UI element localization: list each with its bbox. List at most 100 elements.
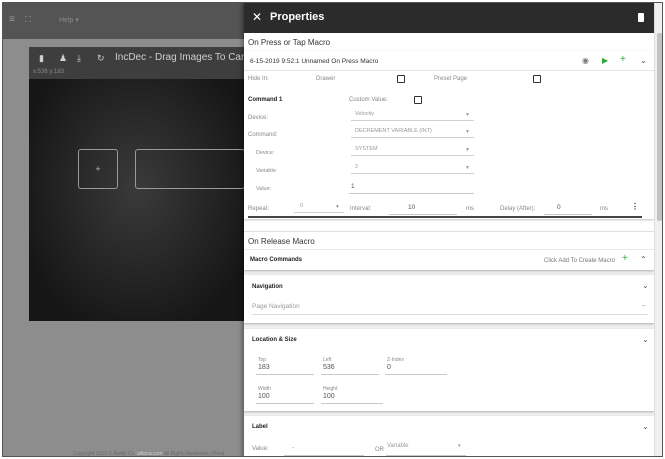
label-value-input[interactable]: - bbox=[292, 445, 294, 451]
variable-select[interactable]: 2 ▼ bbox=[351, 163, 474, 174]
add-macro-icon[interactable]: + bbox=[622, 253, 628, 264]
command-label: Command: bbox=[248, 132, 278, 138]
chevron-down-icon[interactable]: ⌄ bbox=[642, 281, 649, 290]
app-window: ≡ ⛶ Help ▾ ▮ ♟ ⤓ ↻ IncDec - Drag Images … bbox=[2, 2, 663, 457]
delay-input[interactable]: 0 bbox=[557, 204, 561, 211]
canvas-widget-plus[interactable]: + bbox=[78, 149, 118, 189]
copyright-link[interactable]: ailtona.com bbox=[137, 451, 163, 456]
drawer-checkbox[interactable] bbox=[397, 75, 405, 83]
variable-underline bbox=[386, 455, 466, 456]
close-icon[interactable]: ✕ bbox=[252, 10, 262, 24]
value-underline bbox=[349, 193, 474, 194]
sub-device-select-value: SYSTEM bbox=[355, 146, 378, 152]
download-icon[interactable]: ⤓ bbox=[77, 53, 81, 64]
trash-icon[interactable] bbox=[638, 13, 644, 22]
left-label: Left bbox=[323, 357, 332, 363]
or-label: OR bbox=[375, 447, 384, 453]
preset-page-checkbox[interactable] bbox=[533, 75, 541, 83]
copyright: Copyright 2019 © Ability Co. ailtona.com… bbox=[73, 451, 225, 457]
macro-commands-label: Macro Commands bbox=[250, 257, 303, 263]
variable-select-value: 2 bbox=[355, 164, 359, 170]
copyright-suffix: All Rights Reserved. | Priva bbox=[163, 451, 225, 457]
fullscreen-icon[interactable]: ⛶ bbox=[25, 15, 31, 25]
click-add-label: Click Add To Create Macro bbox=[544, 258, 615, 264]
command-1-label: Command 1 bbox=[248, 97, 283, 103]
device-select[interactable]: Velocity ▼ bbox=[351, 110, 474, 121]
page-navigation-select[interactable]: Page Navigation bbox=[252, 303, 300, 310]
hide-in-label: Hide In: bbox=[248, 76, 269, 82]
value-label: Value: bbox=[256, 186, 272, 192]
delay-unit: ms bbox=[600, 206, 608, 212]
location-size-label: Location & Size bbox=[252, 337, 297, 343]
location-size-card: Location & Size ⌄ Top 183 Left 536 Z-Ind… bbox=[244, 329, 654, 411]
caret-down-icon: ▼ bbox=[465, 112, 470, 118]
top-label: Top bbox=[258, 357, 267, 363]
sub-device-select[interactable]: SYSTEM ▼ bbox=[351, 145, 474, 156]
panel-scrollbar[interactable] bbox=[654, 3, 662, 456]
play-icon[interactable]: ▶ bbox=[602, 56, 608, 65]
menu-icon[interactable]: ≡ bbox=[9, 14, 15, 25]
user-icon[interactable]: ♟ bbox=[59, 53, 67, 64]
zindex-input[interactable]: 0 bbox=[387, 364, 391, 371]
repeat-select[interactable]: 0 ▼ bbox=[294, 202, 344, 213]
custom-value-label: Custom Value: bbox=[349, 97, 388, 103]
interval-unit: ms bbox=[466, 206, 474, 212]
on-press-macro-card: 6-15-2019 9:52:1 Unnamed On Press Macro … bbox=[244, 51, 654, 219]
label-value-label: Value: bbox=[252, 446, 269, 452]
properties-panel: ✕ Properties On Press or Tap Macro 6-15-… bbox=[244, 3, 654, 456]
more-vert-icon[interactable]: ⋮ bbox=[631, 202, 639, 211]
scrollbar-thumb[interactable] bbox=[657, 33, 662, 221]
canvas-body[interactable]: + bbox=[29, 79, 246, 321]
top-input[interactable]: 183 bbox=[258, 364, 270, 371]
copyright-text: Copyright 2019 © Ability Co. bbox=[73, 451, 136, 457]
on-press-title: On Press or Tap Macro bbox=[248, 38, 331, 47]
left-underline bbox=[321, 374, 379, 375]
chevron-up-icon[interactable]: ⌃ bbox=[640, 255, 647, 264]
left-input[interactable]: 536 bbox=[323, 364, 335, 371]
macro-name[interactable]: 6-15-2019 9:52:1 Unnamed On Press Macro bbox=[250, 58, 378, 65]
app-topbar: ≡ ⛶ Help ▾ bbox=[3, 3, 246, 39]
width-underline bbox=[256, 403, 314, 404]
drawer-label: Drawer bbox=[316, 76, 336, 82]
height-input[interactable]: 100 bbox=[323, 393, 335, 400]
variable-label: Variable: bbox=[256, 168, 278, 174]
label-card: Label ⌄ Value: - OR Variable ▾ bbox=[244, 416, 654, 456]
command-select-value: DECREMENT VARIABLE (INT) bbox=[355, 128, 432, 134]
command-select[interactable]: DECREMENT VARIABLE (INT) ▼ bbox=[351, 127, 474, 138]
width-input[interactable]: 100 bbox=[258, 393, 270, 400]
width-label: Width bbox=[258, 386, 271, 392]
navigation-card: Navigation ⌄ Page Navigation – bbox=[244, 275, 654, 323]
zindex-label: Z-Index bbox=[387, 357, 404, 363]
canvas-widget-selected[interactable] bbox=[135, 149, 245, 189]
value-input[interactable]: 1 bbox=[351, 183, 355, 190]
delay-label: Delay (After): bbox=[500, 206, 536, 212]
navigation-label: Navigation bbox=[252, 284, 283, 290]
chevron-down-icon[interactable]: ⌄ bbox=[642, 422, 649, 431]
custom-value-checkbox[interactable] bbox=[414, 96, 422, 104]
interval-input[interactable]: 10 bbox=[408, 204, 415, 211]
height-label: Height bbox=[323, 386, 338, 392]
chevron-down-icon[interactable]: ⌄ bbox=[642, 335, 649, 344]
chevron-down-icon[interactable]: ⌄ bbox=[640, 56, 647, 65]
command-separator bbox=[248, 216, 642, 218]
caret-down-icon: ▼ bbox=[335, 204, 340, 210]
sub-device-label: Device: bbox=[256, 150, 275, 156]
variable-select[interactable]: Variable bbox=[387, 443, 409, 449]
phone-icon[interactable]: ▮ bbox=[39, 53, 44, 64]
panel-header: ✕ Properties bbox=[244, 3, 654, 33]
macro-commands-card: Macro Commands Click Add To Create Macro… bbox=[244, 250, 654, 270]
repeat-select-value: 0 bbox=[300, 203, 304, 209]
zindex-underline bbox=[385, 374, 447, 375]
height-underline bbox=[321, 403, 383, 404]
help-menu[interactable]: Help ▾ bbox=[59, 16, 79, 24]
add-icon[interactable]: + bbox=[620, 54, 626, 65]
caret-down-icon: ▾ bbox=[458, 443, 461, 449]
caret-down-icon: ▼ bbox=[465, 129, 470, 135]
eye-icon[interactable]: ◉ bbox=[582, 56, 589, 65]
preset-page-label: Preset Page bbox=[434, 76, 468, 82]
delay-underline bbox=[544, 214, 592, 215]
coordinate-readout: x:536 y:183 bbox=[33, 69, 65, 75]
on-release-title: On Release Macro bbox=[248, 237, 315, 246]
caret-down-icon: ▼ bbox=[465, 165, 470, 171]
refresh-icon[interactable]: ↻ bbox=[97, 53, 105, 64]
